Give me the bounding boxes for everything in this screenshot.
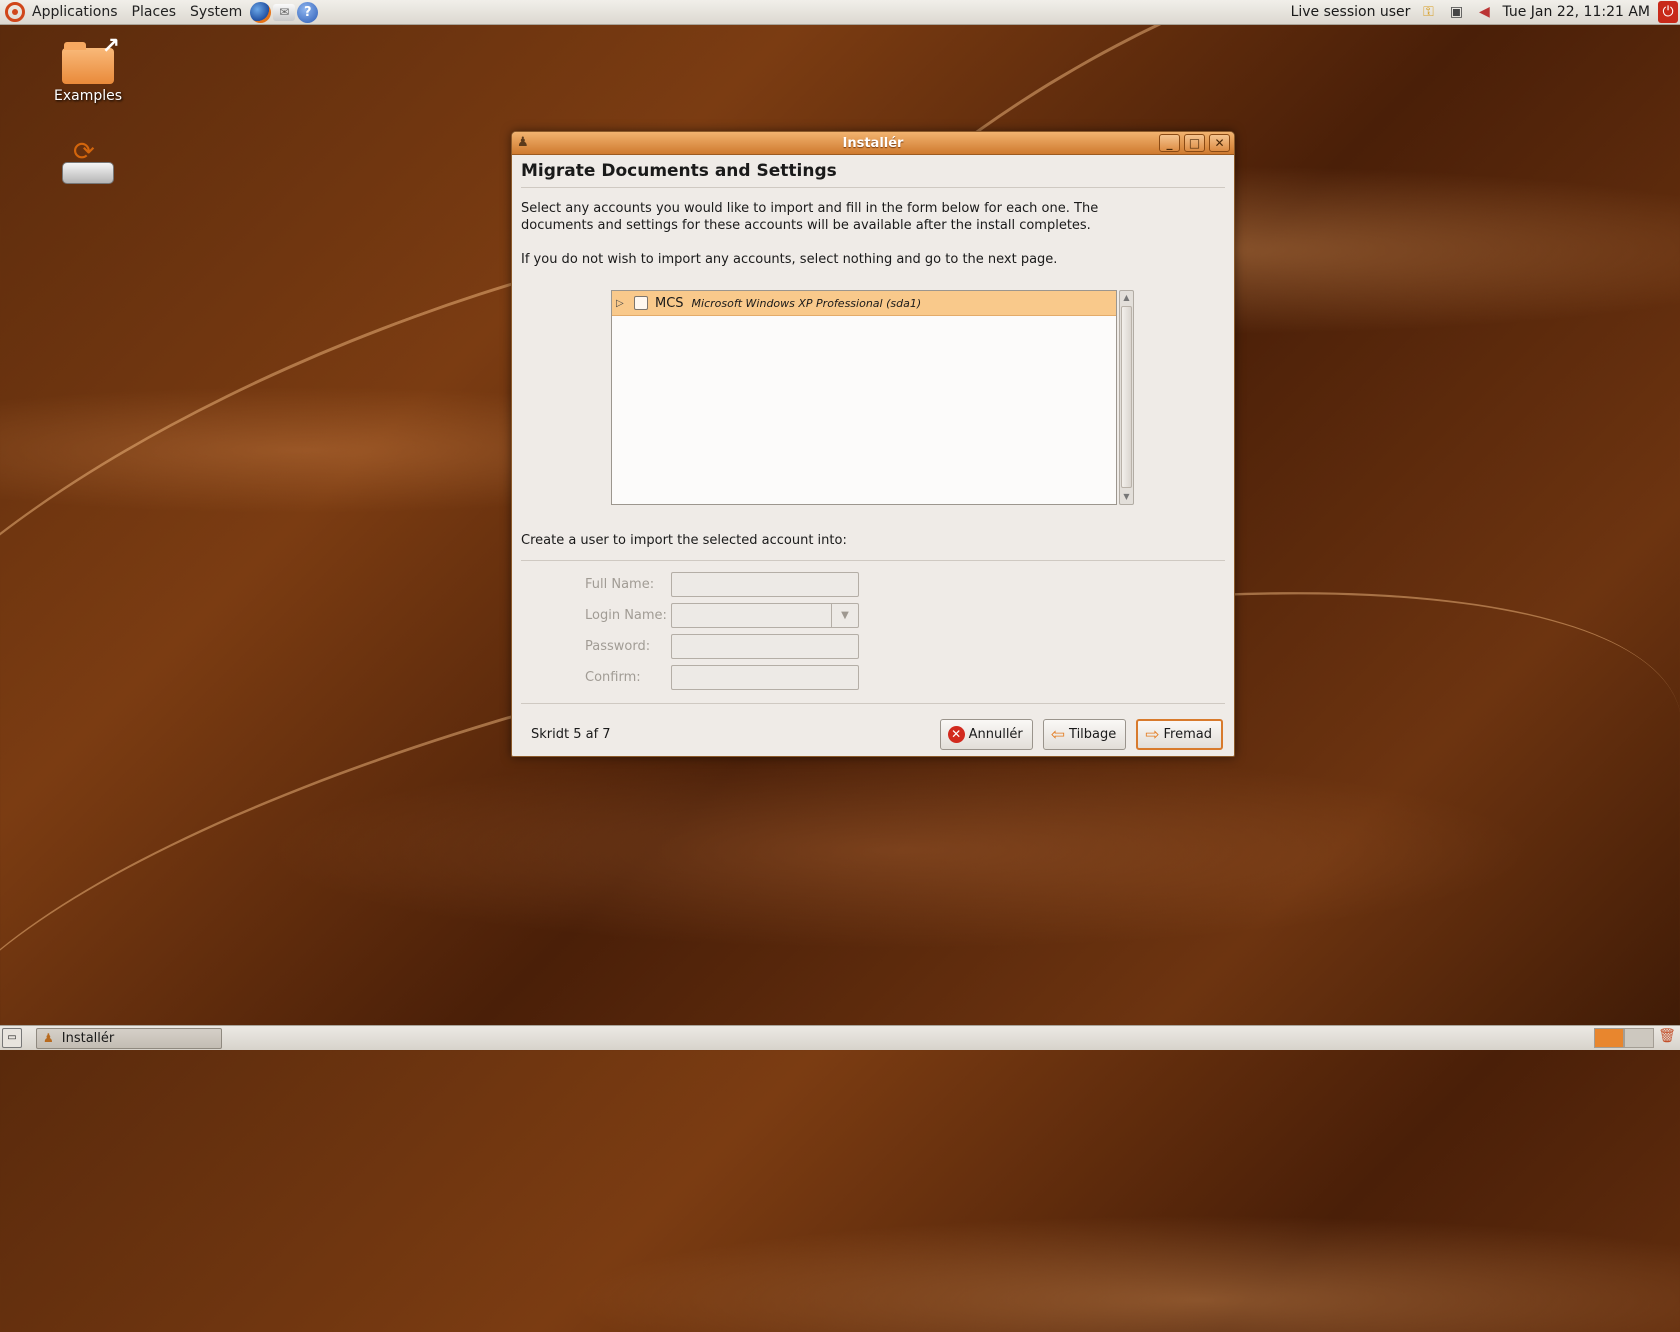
workspace-1[interactable] [1594,1028,1624,1048]
account-checkbox[interactable] [634,296,648,310]
user-form: Full Name: Login Name: ▼ Password: Confi… [585,569,1225,693]
volume-icon[interactable]: ◀ [1474,3,1494,21]
desktop-icon-install[interactable]: Install [33,137,143,184]
installer-window: ♟ Installér _ □ ✕ Migrate Documents and … [511,131,1235,757]
description-text: Select any accounts you would like to im… [521,201,1099,233]
install-icon [62,137,114,184]
menu-applications[interactable]: Applications [25,0,125,25]
hint-text: If you do not wish to import any account… [521,252,1058,267]
taskbar-item-label: Installér [61,1030,115,1046]
menu-places[interactable]: Places [125,0,184,25]
create-user-label: Create a user to import the selected acc… [521,533,1225,561]
account-os: Microsoft Windows XP Professional (sda1) [691,296,922,310]
mail-icon[interactable]: ✉ [273,3,296,21]
page-title: Migrate Documents and Settings [521,161,1225,188]
account-name: MCS [655,295,684,311]
back-arrow-icon: ⇦ [1050,724,1066,745]
firefox-icon[interactable] [250,1,272,23]
forward-arrow-icon: ⇨ [1145,724,1160,745]
forward-button-label: Fremad [1163,727,1212,742]
top-panel: Applications Places System ✉ ? Live sess… [0,0,1680,25]
window-titlebar[interactable]: ♟ Installér _ □ ✕ [512,132,1234,155]
menu-system[interactable]: System [183,0,249,25]
account-row[interactable]: ▷ MCS Microsoft Windows XP Professional … [612,291,1116,316]
trash-icon[interactable]: 🗑 [1658,1028,1676,1048]
keys-icon[interactable]: ⚿ [1418,3,1438,21]
cancel-icon: ✕ [947,726,965,743]
login-name-combo[interactable]: ▼ [671,603,859,628]
bottom-panel: ▭ ♟ Installér 🗑 [0,1025,1680,1050]
desktop-icon-examples[interactable]: ↗ Examples [33,34,143,104]
folder-icon: ↗ [62,34,120,84]
clock[interactable]: Tue Jan 22, 11:21 AM [1502,4,1650,20]
cancel-button[interactable]: ✕ Annullér [939,719,1033,750]
password-label: Password: [585,639,651,654]
workspace-switcher[interactable] [1594,1028,1654,1048]
installer-icon: ♟ [43,1031,54,1045]
user-name[interactable]: Live session user [1291,4,1411,20]
chevron-down-icon[interactable]: ▼ [831,604,858,627]
cancel-button-label: Annullér [968,727,1023,742]
full-name-input[interactable] [671,572,859,597]
accounts-scrollbar[interactable]: ▲ ▼ [1119,290,1134,505]
forward-button[interactable]: ⇨ Fremad [1136,719,1223,750]
help-icon[interactable]: ? [297,1,319,23]
installer-icon[interactable]: ♟ [517,135,533,151]
power-icon[interactable]: ⏻ [1658,1,1678,23]
confirm-label: Confirm: [585,670,641,685]
full-name-label: Full Name: [585,577,655,592]
back-button[interactable]: ⇦ Tilbage [1042,719,1127,750]
login-name-label: Login Name: [585,608,667,623]
window-footer: Skridt 5 af 7 ✕ Annullér ⇦ Tilbage ⇨ Fre… [521,719,1225,750]
scroll-down-icon[interactable]: ▼ [1120,490,1133,504]
scrollbar-thumb[interactable] [1121,306,1132,488]
close-button[interactable]: ✕ [1209,134,1230,152]
workspace-2[interactable] [1624,1028,1654,1048]
accounts-tree: ▷ MCS Microsoft Windows XP Professional … [611,290,1136,505]
ubuntu-logo-icon[interactable] [5,2,25,22]
network-icon[interactable]: ▣ [1446,3,1466,21]
footer-separator [521,703,1225,704]
desktop-icon-label: Examples [53,88,123,104]
maximize-button[interactable]: □ [1184,134,1205,152]
window-title: Installér [842,135,904,151]
password-input[interactable] [671,634,859,659]
scroll-up-icon[interactable]: ▲ [1120,291,1133,305]
login-name-input[interactable] [672,604,831,627]
back-button-label: Tilbage [1069,727,1117,742]
taskbar-item-installer[interactable]: ♟ Installér [36,1027,222,1049]
show-desktop-icon[interactable]: ▭ [2,1028,22,1048]
minimize-button[interactable]: _ [1159,134,1180,152]
confirm-input[interactable] [671,665,859,690]
step-indicator: Skridt 5 af 7 [531,727,611,742]
expander-arrow-icon[interactable]: ▷ [616,298,626,309]
accounts-list[interactable]: ▷ MCS Microsoft Windows XP Professional … [611,290,1117,505]
